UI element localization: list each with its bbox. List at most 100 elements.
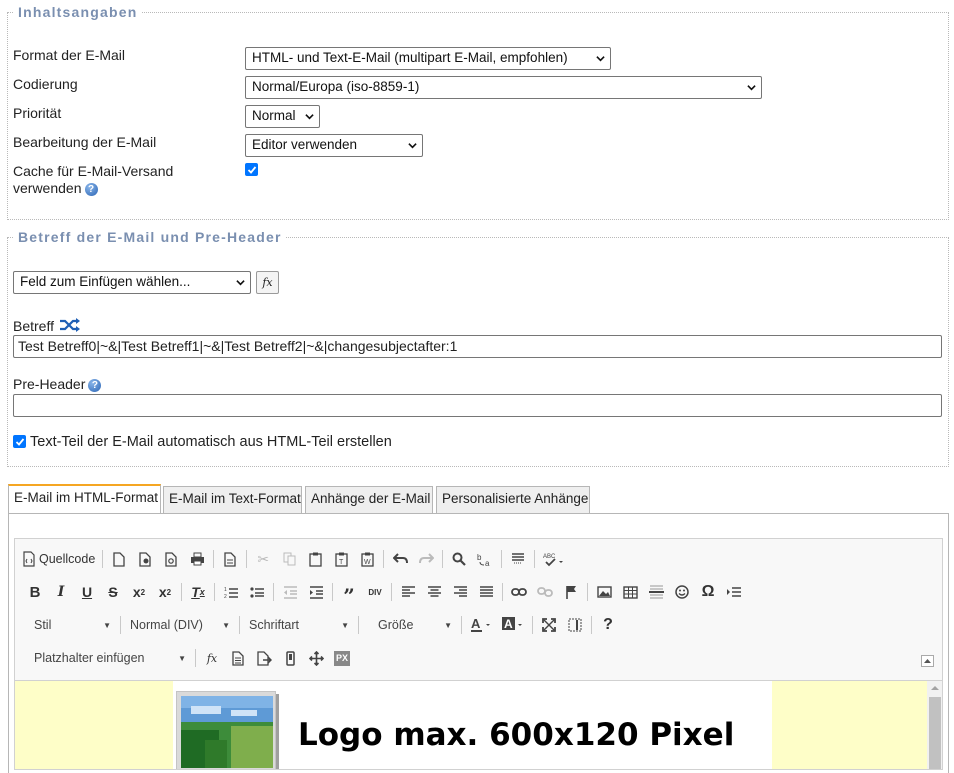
toolbar-separator — [332, 583, 333, 601]
strikethrough-icon[interactable]: S — [100, 580, 126, 604]
shuffle-icon[interactable] — [59, 317, 81, 333]
mobile-icon[interactable] — [277, 646, 303, 670]
link-icon[interactable] — [506, 580, 532, 604]
doc-export-icon[interactable] — [251, 646, 277, 670]
image-icon[interactable] — [591, 580, 617, 604]
anchor-flag-icon[interactable] — [558, 580, 584, 604]
cut-icon[interactable]: ✂ — [250, 547, 276, 571]
paste-text-icon[interactable]: T — [328, 547, 354, 571]
preheader-input[interactable] — [13, 394, 942, 417]
autotext-checkbox[interactable] — [13, 435, 26, 448]
paste-word-icon[interactable]: W — [354, 547, 380, 571]
remove-format-icon[interactable]: Tx — [185, 580, 211, 604]
document-icon[interactable] — [217, 547, 243, 571]
editing-label: Bearbeitung der E-Mail — [13, 134, 157, 150]
toolbar-separator — [532, 616, 533, 634]
help-question-icon[interactable]: ? — [595, 613, 621, 637]
bullet-list-icon[interactable] — [244, 580, 270, 604]
replace-icon[interactable]: ba — [472, 547, 498, 571]
templates-icon[interactable] — [132, 547, 158, 571]
maximize-icon[interactable] — [536, 613, 562, 637]
justify-icon[interactable] — [473, 580, 499, 604]
font-combo[interactable]: Schriftart ▼ — [243, 613, 355, 637]
px-icon[interactable]: PX — [329, 646, 355, 670]
toolbar-separator — [534, 550, 536, 568]
encoding-select[interactable]: Normal/Europa (iso-8859-1) — [245, 76, 762, 99]
background-color-icon[interactable]: A — [497, 613, 529, 637]
insert-field-select[interactable]: Feld zum Einfügen wählen... — [13, 271, 251, 294]
editing-select[interactable]: Editor verwenden — [245, 134, 423, 157]
italic-icon[interactable]: I — [48, 580, 74, 604]
tab-text-format[interactable]: E-Mail im Text-Format — [163, 486, 302, 513]
tab-html-format[interactable]: E-Mail im HTML-Format — [8, 484, 161, 513]
placeholder-combo-label: Platzhalter einfügen — [34, 651, 145, 665]
unlink-icon[interactable] — [532, 580, 558, 604]
checkmark-icon — [247, 165, 256, 174]
scrollbar-thumb[interactable] — [929, 697, 941, 769]
format-combo[interactable]: Normal (DIV) ▼ — [124, 613, 236, 637]
underline-icon[interactable]: U — [74, 580, 100, 604]
align-right-icon[interactable] — [447, 580, 473, 604]
help-icon[interactable]: ? — [84, 182, 98, 196]
size-combo[interactable]: Größe ▼ — [362, 613, 458, 637]
align-center-icon[interactable] — [421, 580, 447, 604]
insert-field-select-value: Feld zum Einfügen wählen... — [20, 274, 191, 289]
numbered-list-icon[interactable]: 12 — [218, 580, 244, 604]
fx-button[interactable]: fx — [256, 271, 279, 294]
dropdown-arrow-icon: ▼ — [222, 620, 230, 630]
toolbar-separator — [501, 550, 503, 568]
editor-scrollbar[interactable] — [927, 681, 942, 769]
move-icon[interactable] — [303, 646, 329, 670]
bold-icon[interactable]: B — [22, 580, 48, 604]
page-break-icon[interactable] — [721, 580, 747, 604]
spellcheck-icon[interactable]: ABC — [538, 547, 570, 571]
blockquote-icon[interactable]: ” — [336, 580, 362, 608]
find-icon[interactable] — [446, 547, 472, 571]
chevron-down-icon — [596, 56, 605, 62]
undo-icon[interactable] — [387, 547, 413, 571]
dropdown-arrow-icon: ▼ — [178, 653, 186, 663]
preheader-label-wrap: Pre-Header? — [13, 376, 102, 393]
special-char-icon[interactable]: Ω — [695, 580, 721, 604]
smiley-icon[interactable] — [669, 580, 695, 604]
placeholder-combo[interactable]: Platzhalter einfügen ▼ — [22, 646, 192, 670]
format-label: Format der E-Mail — [13, 47, 126, 63]
style-combo[interactable]: Stil ▼ — [22, 613, 117, 637]
paste-icon[interactable] — [302, 547, 328, 571]
collapse-toolbar-button[interactable] — [921, 655, 934, 667]
help-icon[interactable]: ? — [88, 378, 102, 392]
logo-text: Logo max. 600x120 Pixel — [298, 717, 735, 753]
superscript-icon[interactable]: x2 — [152, 580, 178, 604]
subject-input[interactable]: Test Betreff0|~&|Test Betreff1|~&|Test B… — [13, 335, 942, 358]
align-left-icon[interactable] — [395, 580, 421, 604]
toolbar-row-1: Quellcode ✂ T W ba ABC — [22, 546, 570, 572]
source-button[interactable]: Quellcode — [22, 547, 99, 571]
tab-attachments[interactable]: Anhänge der E-Mail — [305, 486, 433, 513]
priority-select[interactable]: Normal — [245, 105, 320, 128]
indent-icon[interactable] — [303, 580, 329, 604]
doc-lines-icon[interactable] — [225, 646, 251, 670]
create-div-icon[interactable]: DIV — [362, 580, 388, 604]
outdent-icon[interactable] — [277, 580, 303, 604]
preview-icon[interactable] — [158, 547, 184, 571]
copy-icon[interactable] — [276, 547, 302, 571]
cache-checkbox[interactable] — [245, 163, 258, 176]
subscript-icon[interactable]: x2 — [126, 580, 152, 604]
print-icon[interactable] — [184, 547, 210, 571]
toolbar-separator — [587, 583, 588, 601]
logo-image[interactable] — [176, 691, 276, 769]
table-icon[interactable] — [617, 580, 643, 604]
text-color-icon[interactable]: A — [465, 613, 497, 637]
toolbar-separator — [461, 616, 462, 634]
editor-content[interactable]: Logo max. 600x120 Pixel — [14, 680, 943, 770]
new-page-icon[interactable] — [106, 547, 132, 571]
select-all-icon[interactable] — [505, 547, 531, 571]
horizontal-rule-icon[interactable] — [643, 580, 669, 604]
format-select[interactable]: HTML- und Text-E-Mail (multipart E-Mail,… — [245, 47, 611, 70]
show-blocks-icon[interactable] — [562, 613, 588, 637]
autotext-label: Text-Teil der E-Mail automatisch aus HTM… — [30, 434, 392, 450]
redo-icon[interactable] — [413, 547, 439, 571]
dropdown-arrow-icon: ▼ — [103, 620, 111, 630]
tab-personalized-attachments[interactable]: Personalisierte Anhänge — [436, 486, 590, 513]
formula-icon[interactable]: fx — [199, 646, 225, 670]
